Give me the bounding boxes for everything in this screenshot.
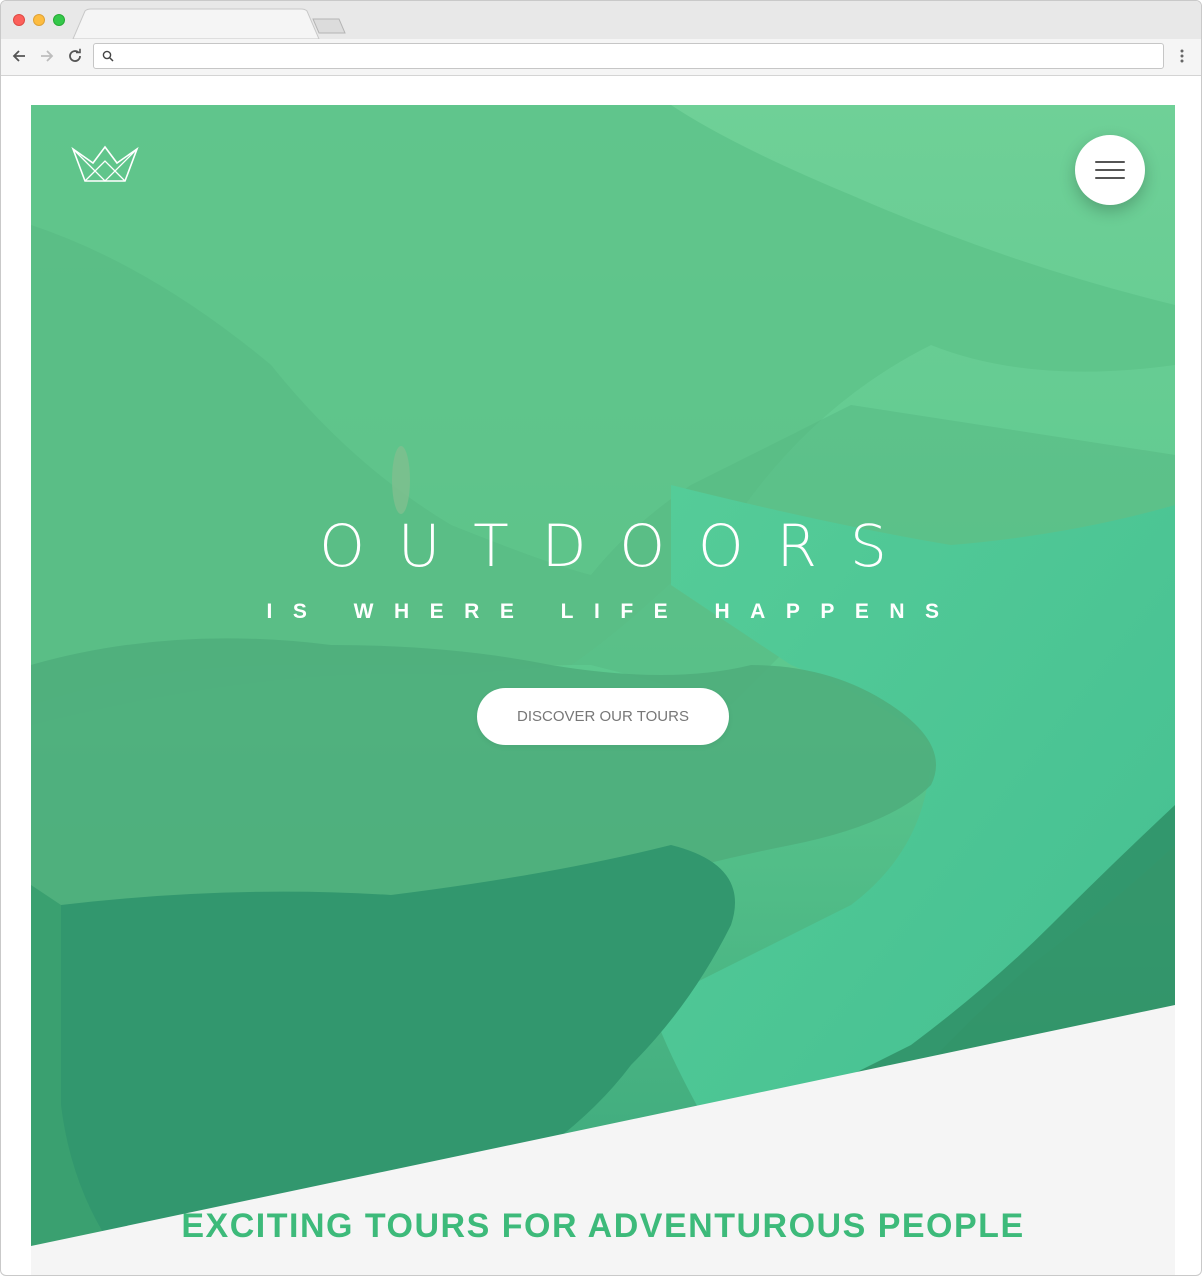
hero-title: OUTDOORS: [319, 512, 920, 580]
browser-window: OUTDOORS IS WHERE LIFE HAPPENS DISCOVER …: [0, 0, 1202, 1276]
hero-section: OUTDOORS IS WHERE LIFE HAPPENS DISCOVER …: [31, 105, 1175, 1275]
crown-logo-icon[interactable]: [71, 145, 139, 183]
browser-toolbar: [1, 39, 1201, 76]
address-bar[interactable]: [93, 43, 1164, 69]
hero-subtitle: IS WHERE LIFE HAPPENS: [266, 600, 960, 623]
back-button[interactable]: [8, 45, 30, 67]
forward-button[interactable]: [36, 45, 58, 67]
search-icon: [102, 50, 114, 62]
forward-arrow-icon: [41, 50, 54, 62]
reload-icon: [69, 48, 81, 62]
tabs: [72, 8, 346, 39]
new-tab-button: [312, 18, 346, 34]
tab-strip: [1, 1, 1201, 39]
more-vertical-icon: [1180, 49, 1184, 63]
menu-button[interactable]: [1075, 135, 1145, 205]
address-input[interactable]: [120, 46, 1154, 68]
reload-button[interactable]: [64, 45, 86, 67]
section-heading: EXCITING TOURS FOR ADVENTUROUS PEOPLE: [181, 1207, 1025, 1245]
active-tab: [72, 8, 320, 39]
browser-menu-button[interactable]: [1175, 45, 1189, 67]
back-arrow-icon: [12, 50, 25, 62]
hamburger-menu-icon: [1095, 161, 1125, 179]
discover-tours-button[interactable]: DISCOVER OUR TOURS: [477, 688, 729, 745]
